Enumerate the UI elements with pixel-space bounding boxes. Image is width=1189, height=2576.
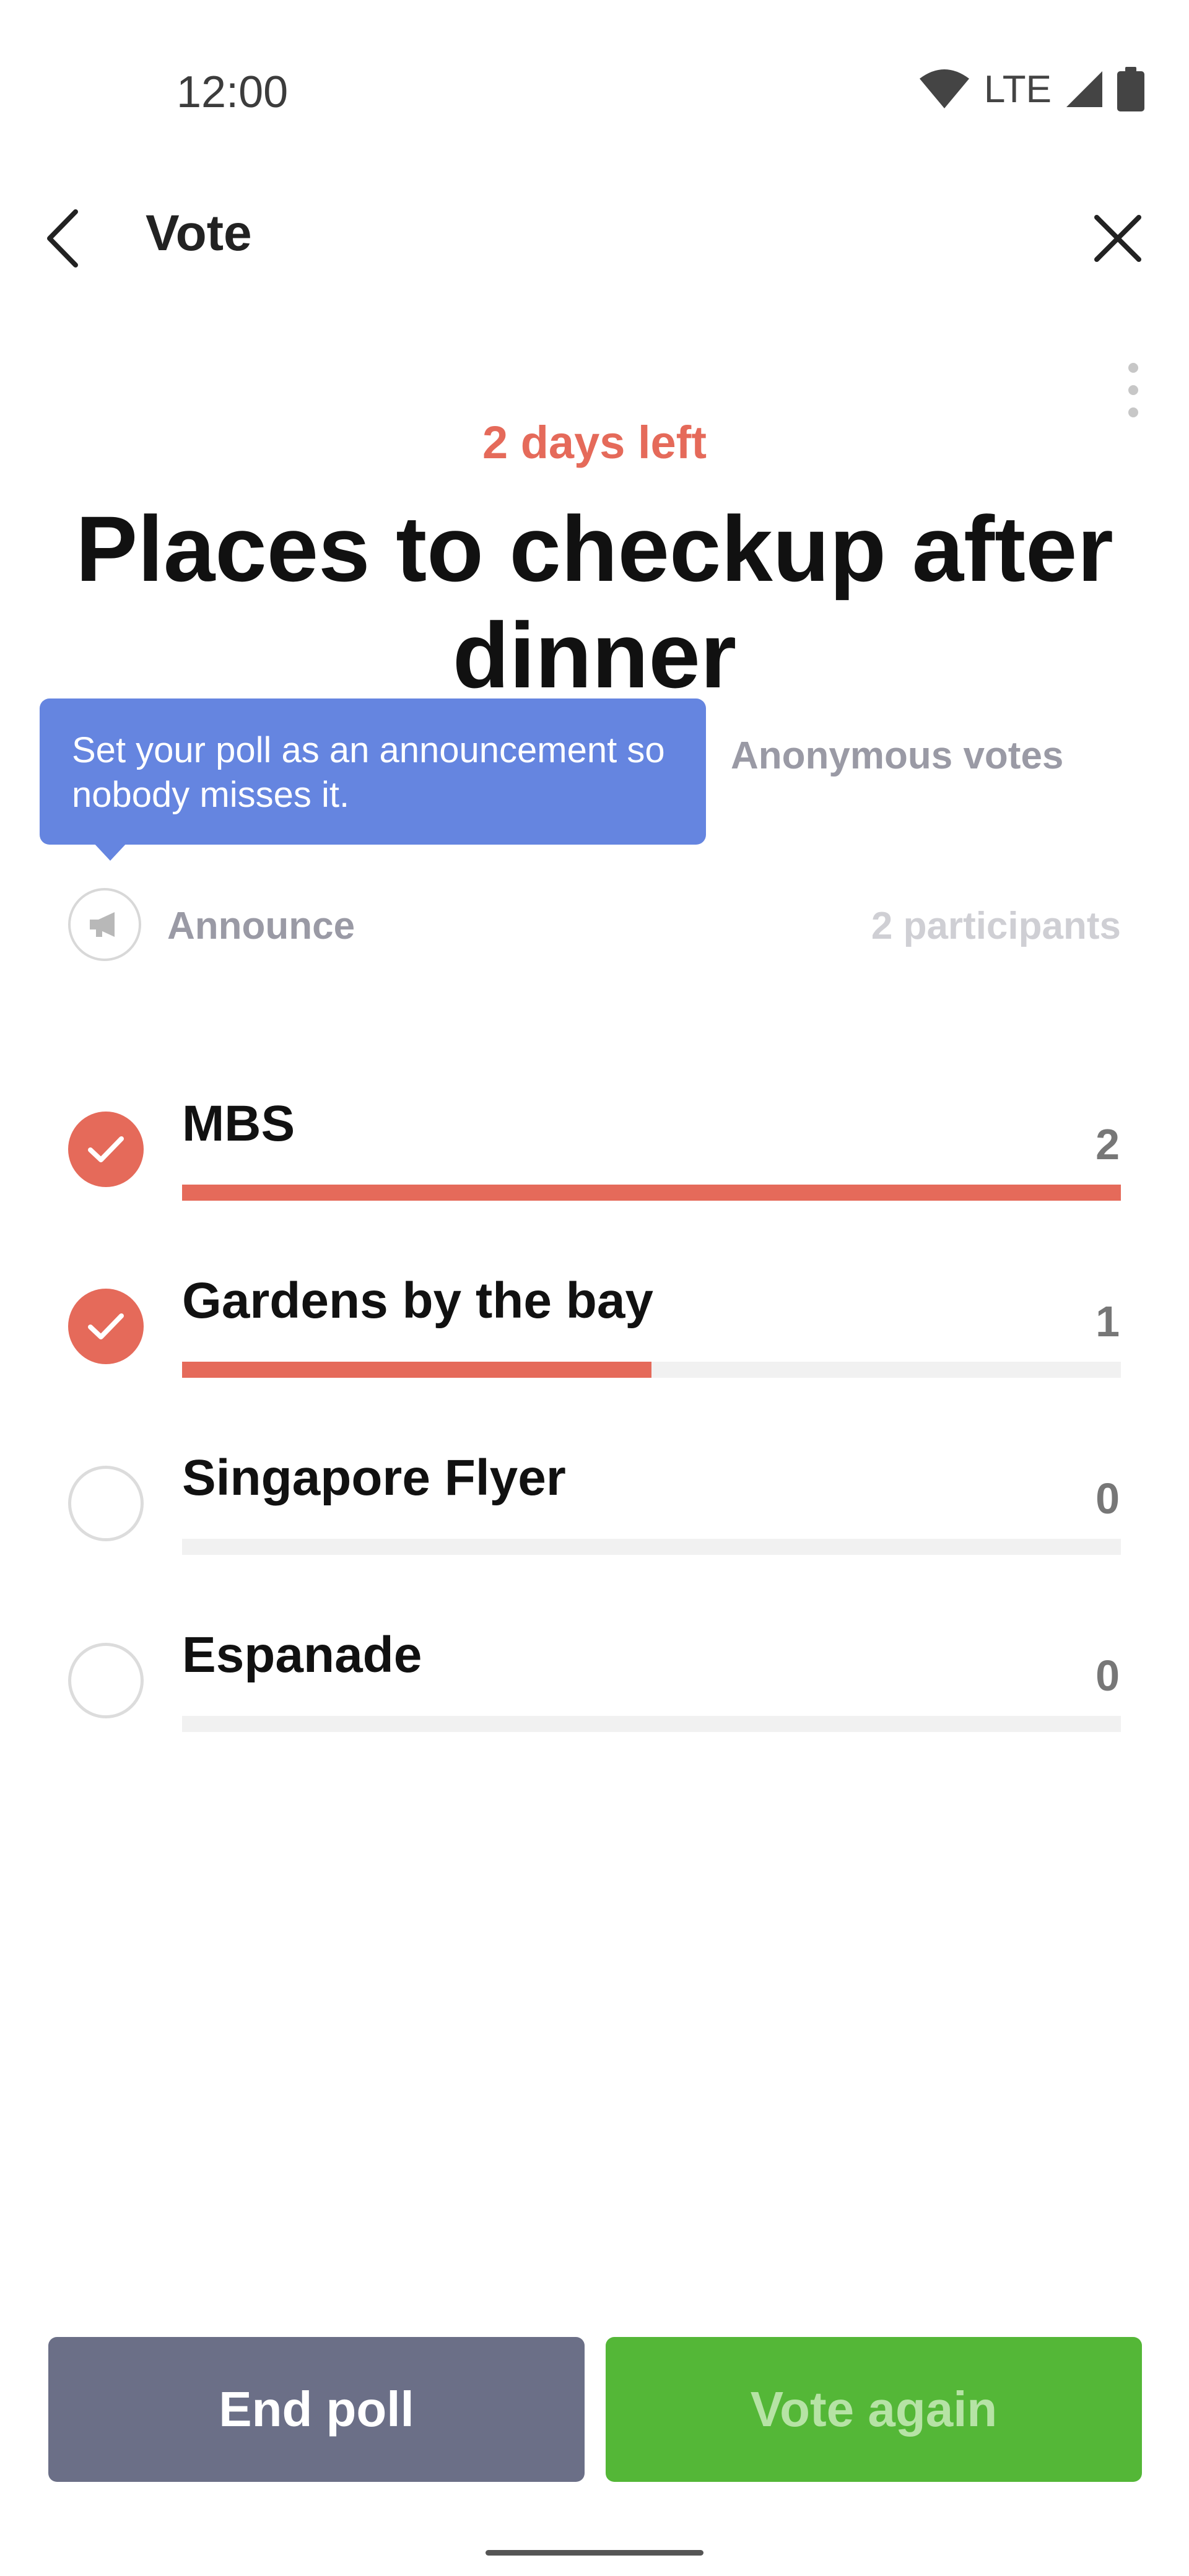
battery-icon xyxy=(1117,67,1144,111)
page-title: Vote xyxy=(146,205,252,261)
signal-icon xyxy=(1066,71,1102,107)
option-label[interactable]: Singapore Flyer xyxy=(182,1449,566,1507)
time-left: 2 days left xyxy=(482,417,707,468)
close-button[interactable] xyxy=(1087,207,1149,269)
close-icon xyxy=(1094,215,1141,262)
wifi-icon xyxy=(919,69,969,108)
status-icons: LTE xyxy=(918,67,1144,111)
option-progress-fill xyxy=(182,1362,651,1378)
option-progress-bar xyxy=(182,1716,1121,1732)
announce-button[interactable] xyxy=(68,888,141,961)
end-poll-button[interactable]: End poll xyxy=(48,2337,585,2482)
option-checkbox-mbs[interactable] xyxy=(68,1112,144,1187)
option-progress-bar xyxy=(182,1362,1121,1378)
option-checkbox-espanade[interactable] xyxy=(68,1643,144,1718)
check-icon xyxy=(88,1313,124,1339)
tooltip-arrow xyxy=(93,842,128,861)
option-progress-bar xyxy=(182,1539,1121,1555)
status-time: 12:00 xyxy=(176,67,289,117)
option-checkbox-singapore-flyer[interactable] xyxy=(68,1466,144,1541)
option-vote-count: 0 xyxy=(1095,1651,1120,1700)
network-label: LTE xyxy=(983,67,1052,111)
option-vote-count: 0 xyxy=(1095,1474,1120,1523)
check-icon xyxy=(88,1136,124,1162)
announcement-tooltip[interactable]: Set your poll as an announcement so nobo… xyxy=(40,698,706,845)
back-button[interactable] xyxy=(43,204,99,272)
option-label[interactable]: Espanade xyxy=(182,1626,422,1684)
option-progress-bar xyxy=(182,1185,1121,1201)
anonymous-votes-label: Anonymous votes xyxy=(731,734,1064,777)
megaphone-icon xyxy=(90,912,115,937)
option-label[interactable]: MBS xyxy=(182,1095,295,1153)
option-checkbox-gardens[interactable] xyxy=(68,1289,144,1364)
back-arrow-icon xyxy=(47,209,78,268)
poll-title: Places to checkup after dinner xyxy=(76,497,1113,707)
home-indicator[interactable] xyxy=(486,2550,703,2556)
announce-label[interactable]: Announce xyxy=(167,904,355,948)
option-vote-count: 2 xyxy=(1095,1120,1120,1168)
option-vote-count: 1 xyxy=(1095,1297,1120,1346)
participants-count[interactable]: 2 participants xyxy=(871,904,1121,948)
option-label[interactable]: Gardens by the bay xyxy=(182,1272,653,1330)
vote-again-button[interactable]: Vote again xyxy=(606,2337,1142,2482)
option-progress-fill xyxy=(182,1185,1121,1201)
